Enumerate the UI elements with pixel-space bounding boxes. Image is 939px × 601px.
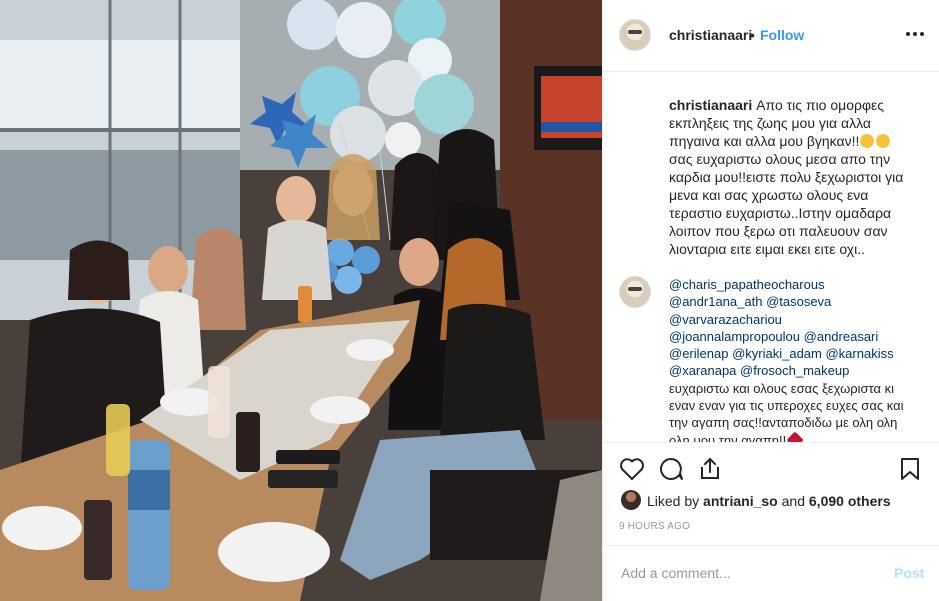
header-separator: • [750, 27, 755, 43]
caption: christianaari Απο τις πιο ομορφες εκπληξ… [669, 96, 914, 258]
heart-icon[interactable] [619, 457, 645, 486]
mention-charis[interactable]: @charis_papatheocharous [669, 277, 825, 292]
comment-text: ευχαριστω και ολους εσας ξεχωριστα κι εν… [669, 380, 904, 442]
caption-username[interactable]: christianaari [669, 97, 752, 113]
mention-karnakiss[interactable]: @karnakiss [825, 346, 893, 361]
share-icon[interactable] [698, 457, 722, 486]
comment-input[interactable] [619, 560, 883, 586]
more-options-icon[interactable] [903, 24, 927, 49]
mention-tasoseva[interactable]: @tasoseva [766, 294, 831, 309]
broken-heart-emoji-icon [786, 431, 804, 442]
comment-icon[interactable] [658, 457, 684, 486]
post-photo[interactable] [0, 0, 602, 601]
follow-button[interactable]: Follow [760, 27, 804, 43]
author-avatar[interactable] [619, 19, 651, 51]
mention-andreasari[interactable]: @andreasari [804, 329, 879, 344]
party-photo-illustration [0, 0, 602, 601]
laughing-emoji-icon [860, 134, 875, 148]
commenter-avatar[interactable] [619, 276, 651, 308]
add-comment-bar: Post [603, 545, 939, 601]
post-comment-button[interactable]: Post [894, 565, 924, 581]
mention-varvara[interactable]: @varvarazachariou [669, 312, 782, 327]
author-username[interactable]: christianaari [669, 27, 752, 43]
likes-count[interactable]: 6,090 others [809, 493, 891, 509]
likes-summary: Liked by antriani_so and 6,090 others [619, 490, 929, 514]
post-header: christianaari • Follow [603, 0, 939, 72]
liker-avatar[interactable] [621, 490, 641, 510]
post-sidebar: christianaari • Follow christianaari Απο… [602, 0, 939, 601]
mention-joanna[interactable]: @joannalampropoulou [669, 329, 800, 344]
comment-item: @charis_papatheocharous @andr1ana_ath @t… [669, 276, 919, 442]
mention-xaranapa[interactable]: @xaranapa [669, 363, 736, 378]
comments-section[interactable]: christianaari Απο τις πιο ομορφες εκπληξ… [603, 72, 939, 442]
post-timestamp[interactable]: 9 HOURS AGO [619, 521, 690, 532]
mention-frosoch[interactable]: @frosoch_makeup [740, 363, 849, 378]
liker-username[interactable]: antriani_so [703, 493, 778, 509]
bookmark-icon[interactable] [899, 457, 921, 486]
likes-prefix: Liked by [647, 493, 700, 509]
likes-joiner: and [781, 493, 805, 509]
mention-erilenap[interactable]: @erilenap [669, 346, 728, 361]
caption-text-2: σας ευχαριστω ολους μεσα απο την καρδια … [669, 151, 904, 257]
action-bar [603, 442, 939, 492]
mention-kyriaki[interactable]: @kyriaki_adam [732, 346, 822, 361]
laughing-emoji-icon-2 [876, 134, 891, 148]
mention-andr1ana[interactable]: @andr1ana_ath [669, 294, 762, 309]
